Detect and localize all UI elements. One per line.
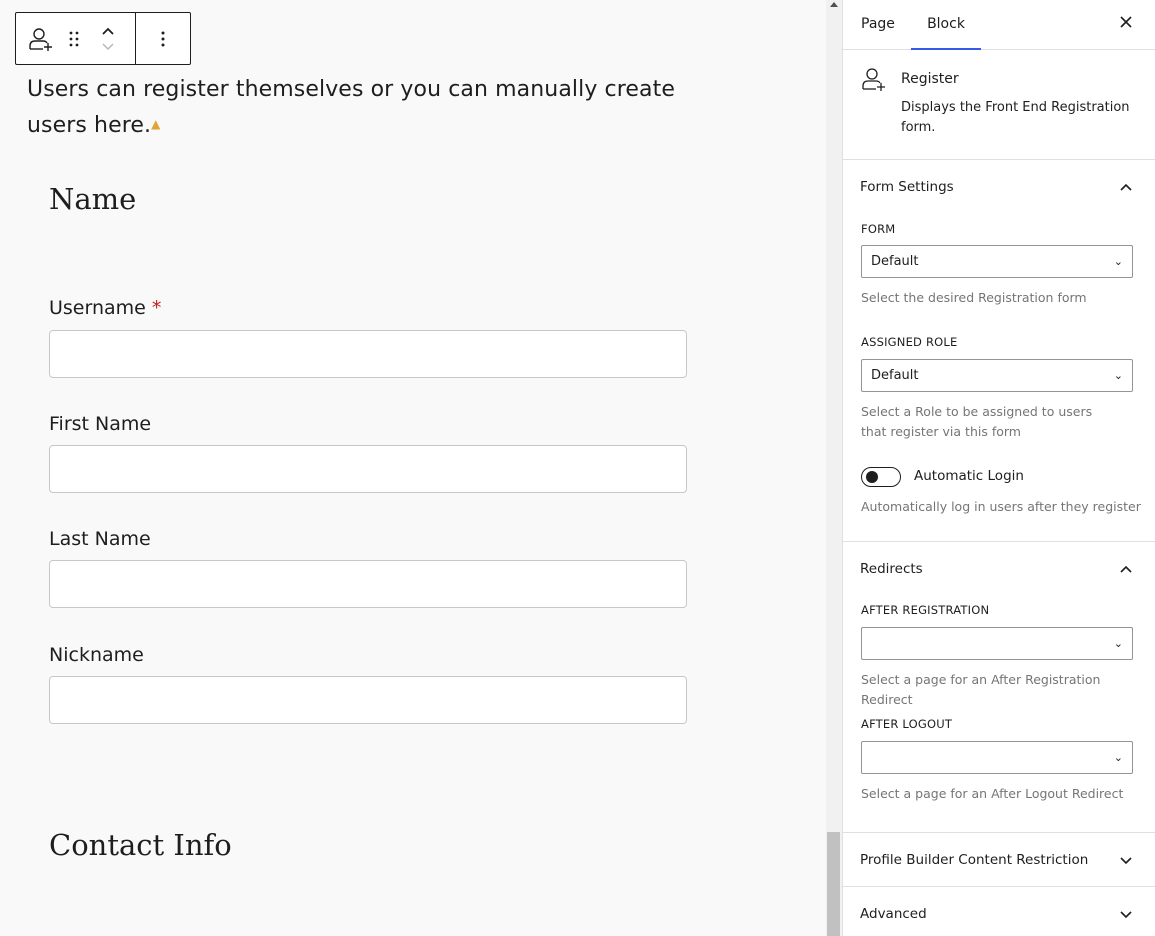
role-select-value: Default (871, 368, 919, 383)
section-heading-contact-info: Contact Info (49, 828, 232, 862)
block-toolbar-group-main (16, 13, 136, 64)
close-sidebar-button[interactable] (1119, 14, 1133, 34)
role-select[interactable]: Default ⌄ (861, 359, 1133, 392)
move-buttons (86, 13, 130, 64)
panel-redirects-header[interactable]: Redirects (843, 542, 1155, 598)
chevron-down-icon (1120, 857, 1132, 865)
settings-sidebar: Page Block Register Displays the Front E… (842, 0, 1155, 936)
form-select-value: Default (871, 254, 919, 269)
field-label-text: Username (49, 297, 146, 319)
drag-handle-icon (69, 31, 79, 46)
chevron-down-icon: ⌄ (1113, 369, 1123, 382)
role-select-label: ASSIGNED ROLE (861, 335, 958, 349)
field-label-username: Username * (49, 297, 161, 319)
canvas-scrollbar[interactable] (826, 0, 842, 936)
panel-content-restriction: Profile Builder Content Restriction (843, 833, 1155, 887)
toggle-knob (866, 471, 878, 483)
user-add-icon (862, 68, 885, 91)
form-select-help: Select the desired Registration form (861, 290, 1087, 305)
sidebar-tabs: Page Block (843, 0, 1155, 50)
panel-advanced-header[interactable]: Advanced (843, 887, 1155, 936)
tab-block[interactable]: Block (911, 0, 981, 50)
section-heading-name: Name (49, 182, 137, 216)
first-name-input[interactable] (49, 445, 687, 493)
form-select-label: FORM (861, 222, 896, 236)
panel-title: Advanced (860, 906, 927, 922)
field-label-nickname: Nickname (49, 644, 144, 666)
panel-title: Redirects (860, 561, 923, 577)
editor-canvas: Users can register themselves or you can… (0, 0, 826, 936)
more-options-button[interactable] (160, 13, 166, 64)
chevron-down-icon: ⌄ (1113, 255, 1123, 268)
after-logout-label: AFTER LOGOUT (861, 717, 953, 731)
panel-advanced: Advanced (843, 887, 1155, 936)
form-select[interactable]: Default ⌄ (861, 245, 1133, 278)
after-registration-help: Select a page for an After Registration … (861, 672, 1101, 707)
field-label-first-name: First Name (49, 413, 152, 435)
tab-page[interactable]: Page (861, 0, 895, 50)
role-select-help: Select a Role to be assigned to users th… (861, 404, 1093, 439)
more-options-icon (161, 31, 165, 46)
after-registration-label: AFTER REGISTRATION (861, 603, 990, 617)
block-toolbar-group-options (136, 13, 190, 64)
automatic-login-help: Automatically log in users after they re… (861, 499, 1141, 514)
scroll-up-arrow-icon[interactable] (830, 2, 838, 7)
required-indicator: * (151, 297, 162, 319)
block-card: Register Displays the Front End Registra… (843, 50, 1155, 160)
panel-title: Form Settings (860, 179, 954, 195)
block-card-description: Displays the Front End Registration form… (901, 100, 1130, 135)
block-card-title: Register (901, 71, 959, 87)
drag-handle-button[interactable] (62, 13, 86, 64)
close-icon (1120, 16, 1132, 28)
chevron-down-icon (1120, 911, 1132, 919)
chevron-down-icon: ⌄ (1113, 637, 1123, 650)
warning-icon: ▲ (151, 117, 161, 131)
chevron-up-icon (1120, 565, 1132, 573)
chevron-up-icon (1120, 183, 1132, 191)
panel-title: Profile Builder Content Restriction (860, 852, 1089, 868)
automatic-login-toggle[interactable] (861, 467, 901, 487)
move-down-icon[interactable] (101, 42, 115, 52)
panel-redirects: Redirects AFTER REGISTRATION ⌄ Select a … (843, 542, 1155, 833)
field-label-last-name: Last Name (49, 528, 151, 550)
nickname-input[interactable] (49, 676, 687, 724)
username-input[interactable] (49, 330, 687, 378)
automatic-login-label: Automatic Login (914, 468, 1024, 484)
after-registration-select[interactable]: ⌄ (861, 627, 1133, 660)
panel-content-restriction-header[interactable]: Profile Builder Content Restriction (843, 833, 1155, 887)
panel-form-settings-header[interactable]: Form Settings (843, 160, 1155, 216)
after-logout-help: Select a page for an After Logout Redire… (861, 786, 1124, 801)
move-up-icon[interactable] (101, 26, 115, 36)
intro-text: Users can register themselves or you can… (27, 77, 675, 138)
panel-form-settings: Form Settings FORM Default ⌄ Select the … (843, 160, 1155, 542)
after-logout-select[interactable]: ⌄ (861, 741, 1133, 774)
block-type-button[interactable] (16, 13, 62, 64)
user-add-icon (29, 27, 52, 51)
last-name-input[interactable] (49, 560, 687, 608)
scroll-thumb[interactable] (827, 832, 840, 936)
chevron-down-icon: ⌄ (1113, 751, 1123, 764)
intro-paragraph[interactable]: Users can register themselves or you can… (27, 72, 687, 143)
block-toolbar (15, 12, 191, 65)
